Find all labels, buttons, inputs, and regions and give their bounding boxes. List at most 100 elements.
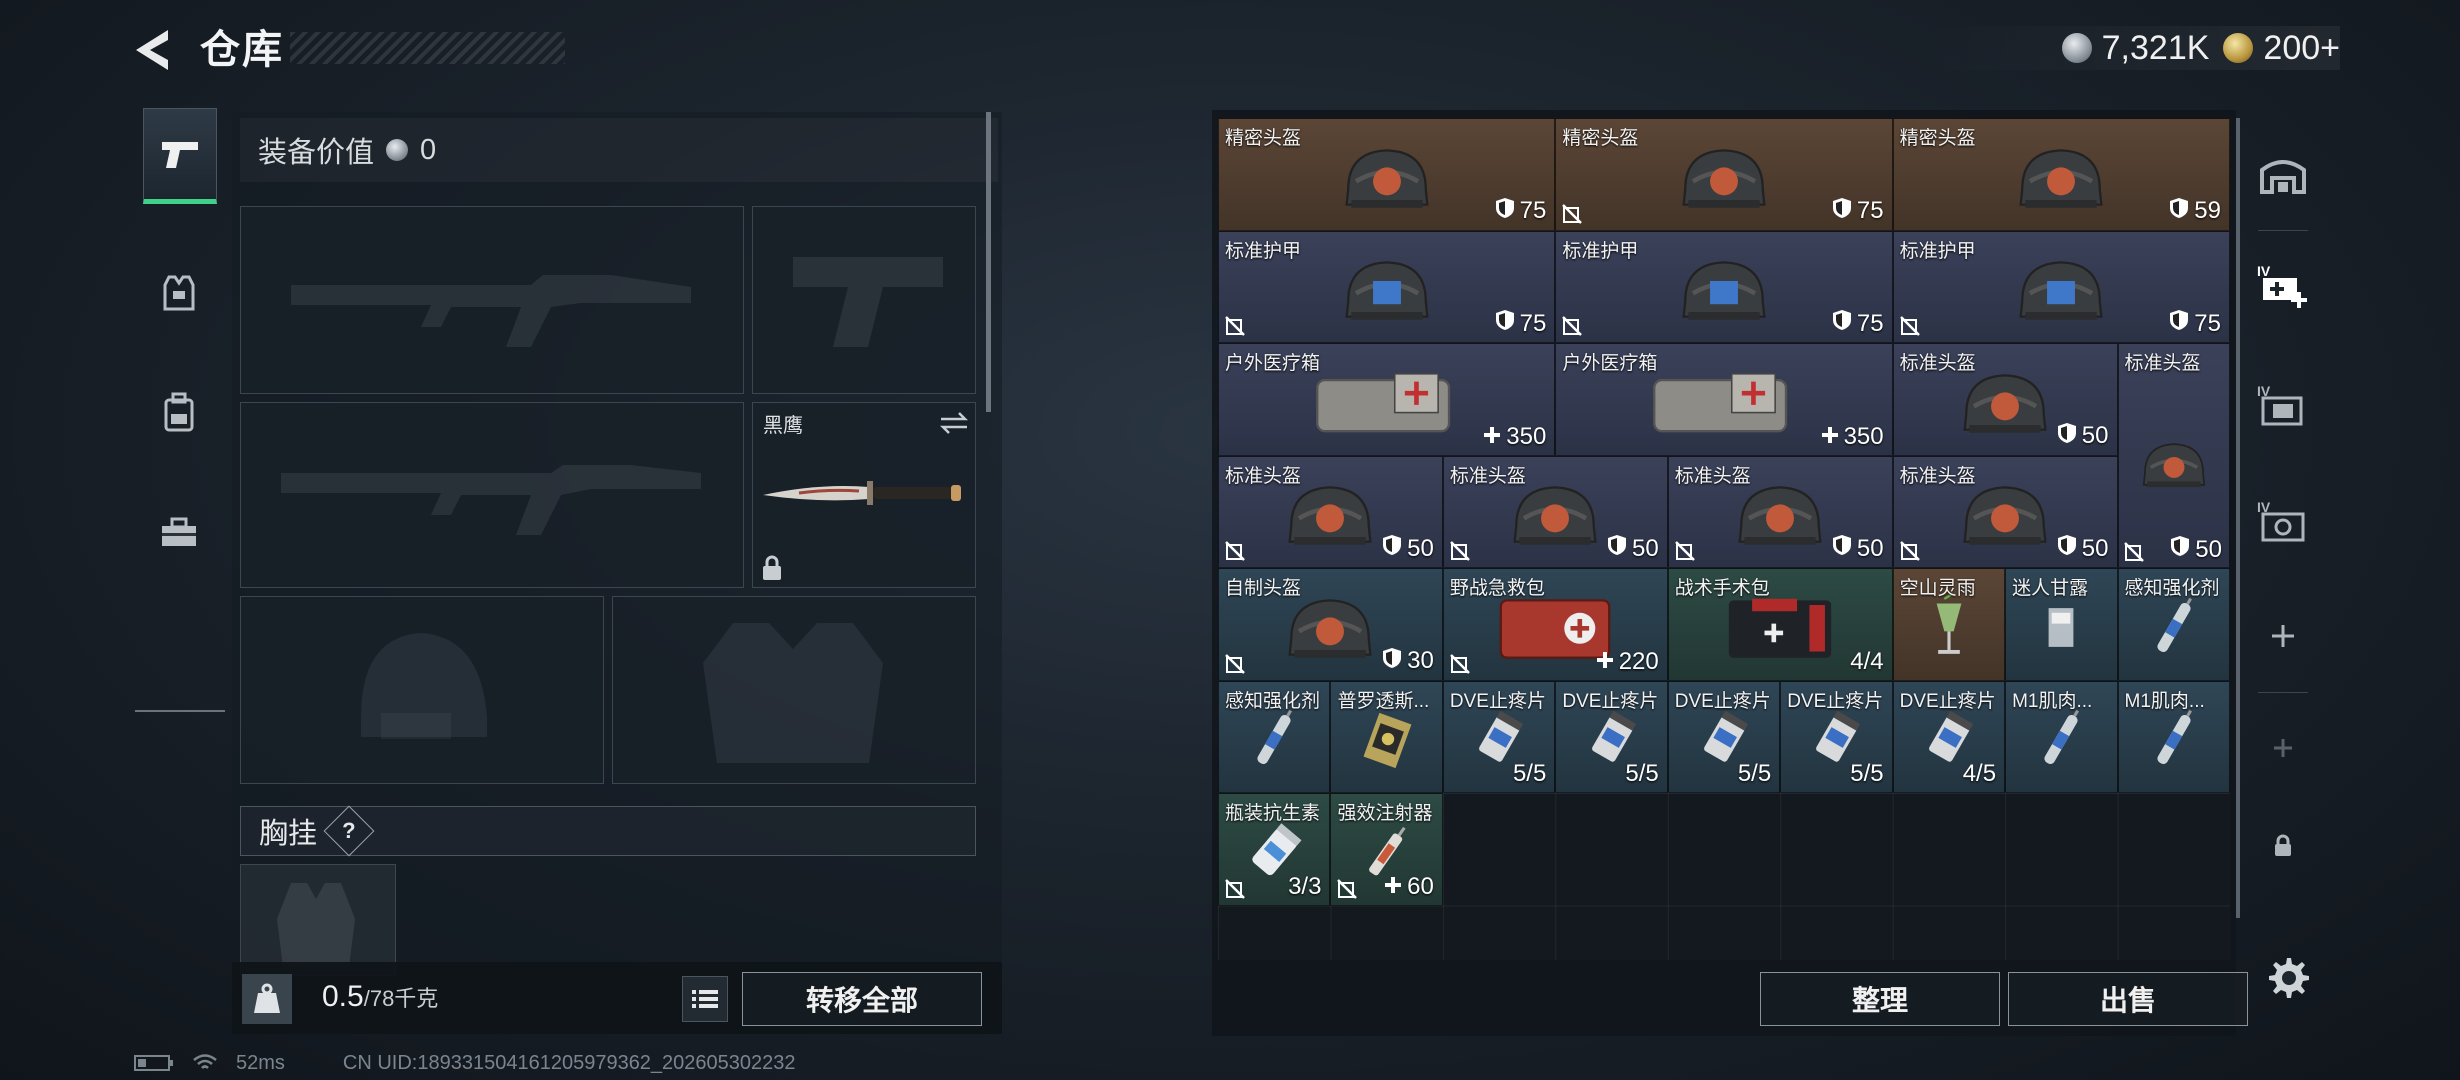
storage-item[interactable]: DVE止疼片 4/5 (1892, 680, 2006, 793)
item-value: 50 (1382, 534, 1434, 563)
storage-item[interactable]: 标准护甲 75 (1892, 230, 2230, 343)
storage-item[interactable]: 普罗透斯... (1330, 680, 1443, 793)
item-value-text: 5/5 (1737, 760, 1772, 787)
sell-button[interactable]: 出售 (2008, 972, 2248, 1026)
storage-item[interactable]: 强效注射器 60 (1330, 793, 1443, 906)
swap-icon[interactable] (939, 411, 969, 435)
storage-item[interactable]: 标准头盔 50 (1218, 455, 1443, 568)
injector-icon (1239, 705, 1309, 780)
nav-tab-backpack[interactable] (143, 368, 215, 458)
item-name: DVE止疼片 (1562, 690, 1659, 712)
silver-coin-icon (2061, 33, 2092, 63)
no-sell-icon (1225, 541, 1245, 561)
item-value: 75 (1832, 309, 1884, 338)
storage-tab-iv-add[interactable]: IV (2244, 238, 2322, 334)
tertiary-weapon-slot[interactable] (240, 402, 744, 588)
shield-icon (2057, 422, 2077, 451)
item-name: 标准头盔 (1449, 465, 1526, 487)
back-button[interactable] (128, 22, 178, 78)
item-value: 75 (1495, 197, 1546, 226)
surgery-kit-icon (1710, 592, 1849, 667)
storage-item[interactable]: 自制头盔 30 (1218, 568, 1443, 681)
help-icon[interactable]: ? (323, 805, 375, 857)
storage-item[interactable]: DVE止疼片 5/5 (1442, 680, 1556, 793)
storage-scrollbar[interactable] (2236, 118, 2240, 918)
item-value: 3/3 (1288, 873, 1321, 901)
helmet-icon (1710, 480, 1849, 555)
storage-item[interactable]: 标准头盔 50 (1667, 455, 1893, 568)
storage-tab-iv-3[interactable]: IV (2244, 474, 2322, 570)
storage-item[interactable]: 空山灵雨 (1892, 568, 2006, 681)
storage-item[interactable]: 精密头盔 75 (1555, 118, 1893, 231)
storage-item[interactable]: 标准头盔 50 (1892, 455, 2118, 568)
shield-icon (2057, 534, 2077, 563)
storage-item[interactable]: DVE止疼片 5/5 (1555, 680, 1668, 793)
storage-tab-locked[interactable] (2244, 798, 2322, 894)
equipment-scrollbar[interactable] (986, 112, 991, 412)
storage-tab-add[interactable] (2244, 588, 2322, 684)
storage-tab-add-disabled[interactable] (2244, 700, 2322, 796)
storage-item[interactable]: 标准头盔 50 (1442, 455, 1668, 568)
glass-icon (2026, 592, 2096, 667)
storage-item[interactable]: 标准护甲 75 (1218, 230, 1556, 343)
equipment-value-header: 装备价值 0 (240, 118, 998, 182)
storage-item[interactable]: DVE止疼片 5/5 (1780, 680, 1893, 793)
secondary-weapon-slot[interactable] (752, 206, 976, 394)
nav-tab-weapons[interactable] (143, 108, 217, 204)
helmet-slot[interactable] (240, 596, 604, 784)
cocktail-icon (1914, 592, 1984, 667)
item-value: 5/5 (1625, 760, 1658, 788)
storage-item[interactable]: 野战急救包 220 (1442, 568, 1668, 681)
pistol-icon (162, 142, 198, 168)
sort-button[interactable]: 整理 (1760, 972, 2000, 1026)
storage-item[interactable]: M1肌肉... (2117, 680, 2230, 793)
settings-button[interactable] (2262, 952, 2312, 1002)
primary-weapon-slot[interactable] (240, 206, 744, 394)
armor-slot[interactable] (612, 596, 976, 784)
wifi-icon (193, 1054, 217, 1069)
item-value: 50 (1832, 534, 1884, 563)
storage-item[interactable]: 标准护甲 75 (1555, 230, 1893, 343)
tab-divider (2258, 692, 2308, 693)
storage-item[interactable]: 户外医疗箱 350 (1218, 343, 1556, 456)
warehouse-icon (2260, 160, 2306, 194)
svg-text:IV: IV (2257, 263, 2271, 279)
medkit-icon (1307, 367, 1467, 442)
storage-item[interactable]: 户外医疗箱 350 (1555, 343, 1893, 456)
melee-slot[interactable]: 黑鹰 (752, 402, 976, 588)
armor-icon (1307, 255, 1467, 330)
storage-tabs: IV IV IV (2244, 118, 2322, 978)
item-value-text: 350 (1843, 422, 1884, 450)
storage-item[interactable]: 精密头盔 59 (1892, 118, 2230, 231)
item-name: 迷人甘露 (2012, 578, 2089, 599)
silver-coin-icon (386, 139, 409, 161)
storage-tab-main[interactable] (2244, 126, 2322, 222)
item-name: 瓶装抗生素 (1225, 803, 1321, 824)
storage-item[interactable]: 感知强化剂 (2117, 568, 2230, 681)
item-value: 50 (2170, 535, 2222, 564)
storage-item[interactable]: 精密头盔 75 (1218, 118, 1556, 231)
item-value: 30 (1382, 647, 1434, 676)
storage-item[interactable]: DVE止疼片 5/5 (1667, 680, 1781, 793)
storage-item[interactable]: 迷人甘露 (2005, 568, 2118, 681)
transfer-all-button[interactable]: 转移全部 (742, 972, 982, 1026)
no-sell-icon (2123, 542, 2144, 562)
no-sell-icon (1899, 316, 1920, 336)
shield-icon (2169, 197, 2189, 226)
plus-icon (2272, 625, 2294, 647)
storage-item[interactable]: 战术手术包 4/4 (1667, 568, 1893, 681)
nav-tab-toolbox[interactable] (143, 488, 215, 578)
storage-item[interactable]: 感知强化剂 (1218, 680, 1331, 793)
no-sell-icon (1225, 653, 1245, 674)
shield-icon (1382, 534, 1402, 563)
storage-tab-iv-2[interactable]: IV (2244, 358, 2322, 454)
item-value: 350 (1821, 423, 1884, 451)
chest-rig-slot[interactable] (240, 864, 396, 976)
page-title: 仓库 (200, 28, 284, 72)
tab-divider (2258, 230, 2308, 231)
nav-tab-armor[interactable] (143, 248, 215, 338)
storage-item[interactable]: 瓶装抗生素 3/3 (1218, 793, 1331, 906)
storage-item[interactable]: 标准头盔 50 (1892, 343, 2118, 456)
storage-item[interactable]: M1肌肉... (2005, 680, 2118, 793)
list-view-button[interactable] (682, 976, 728, 1022)
